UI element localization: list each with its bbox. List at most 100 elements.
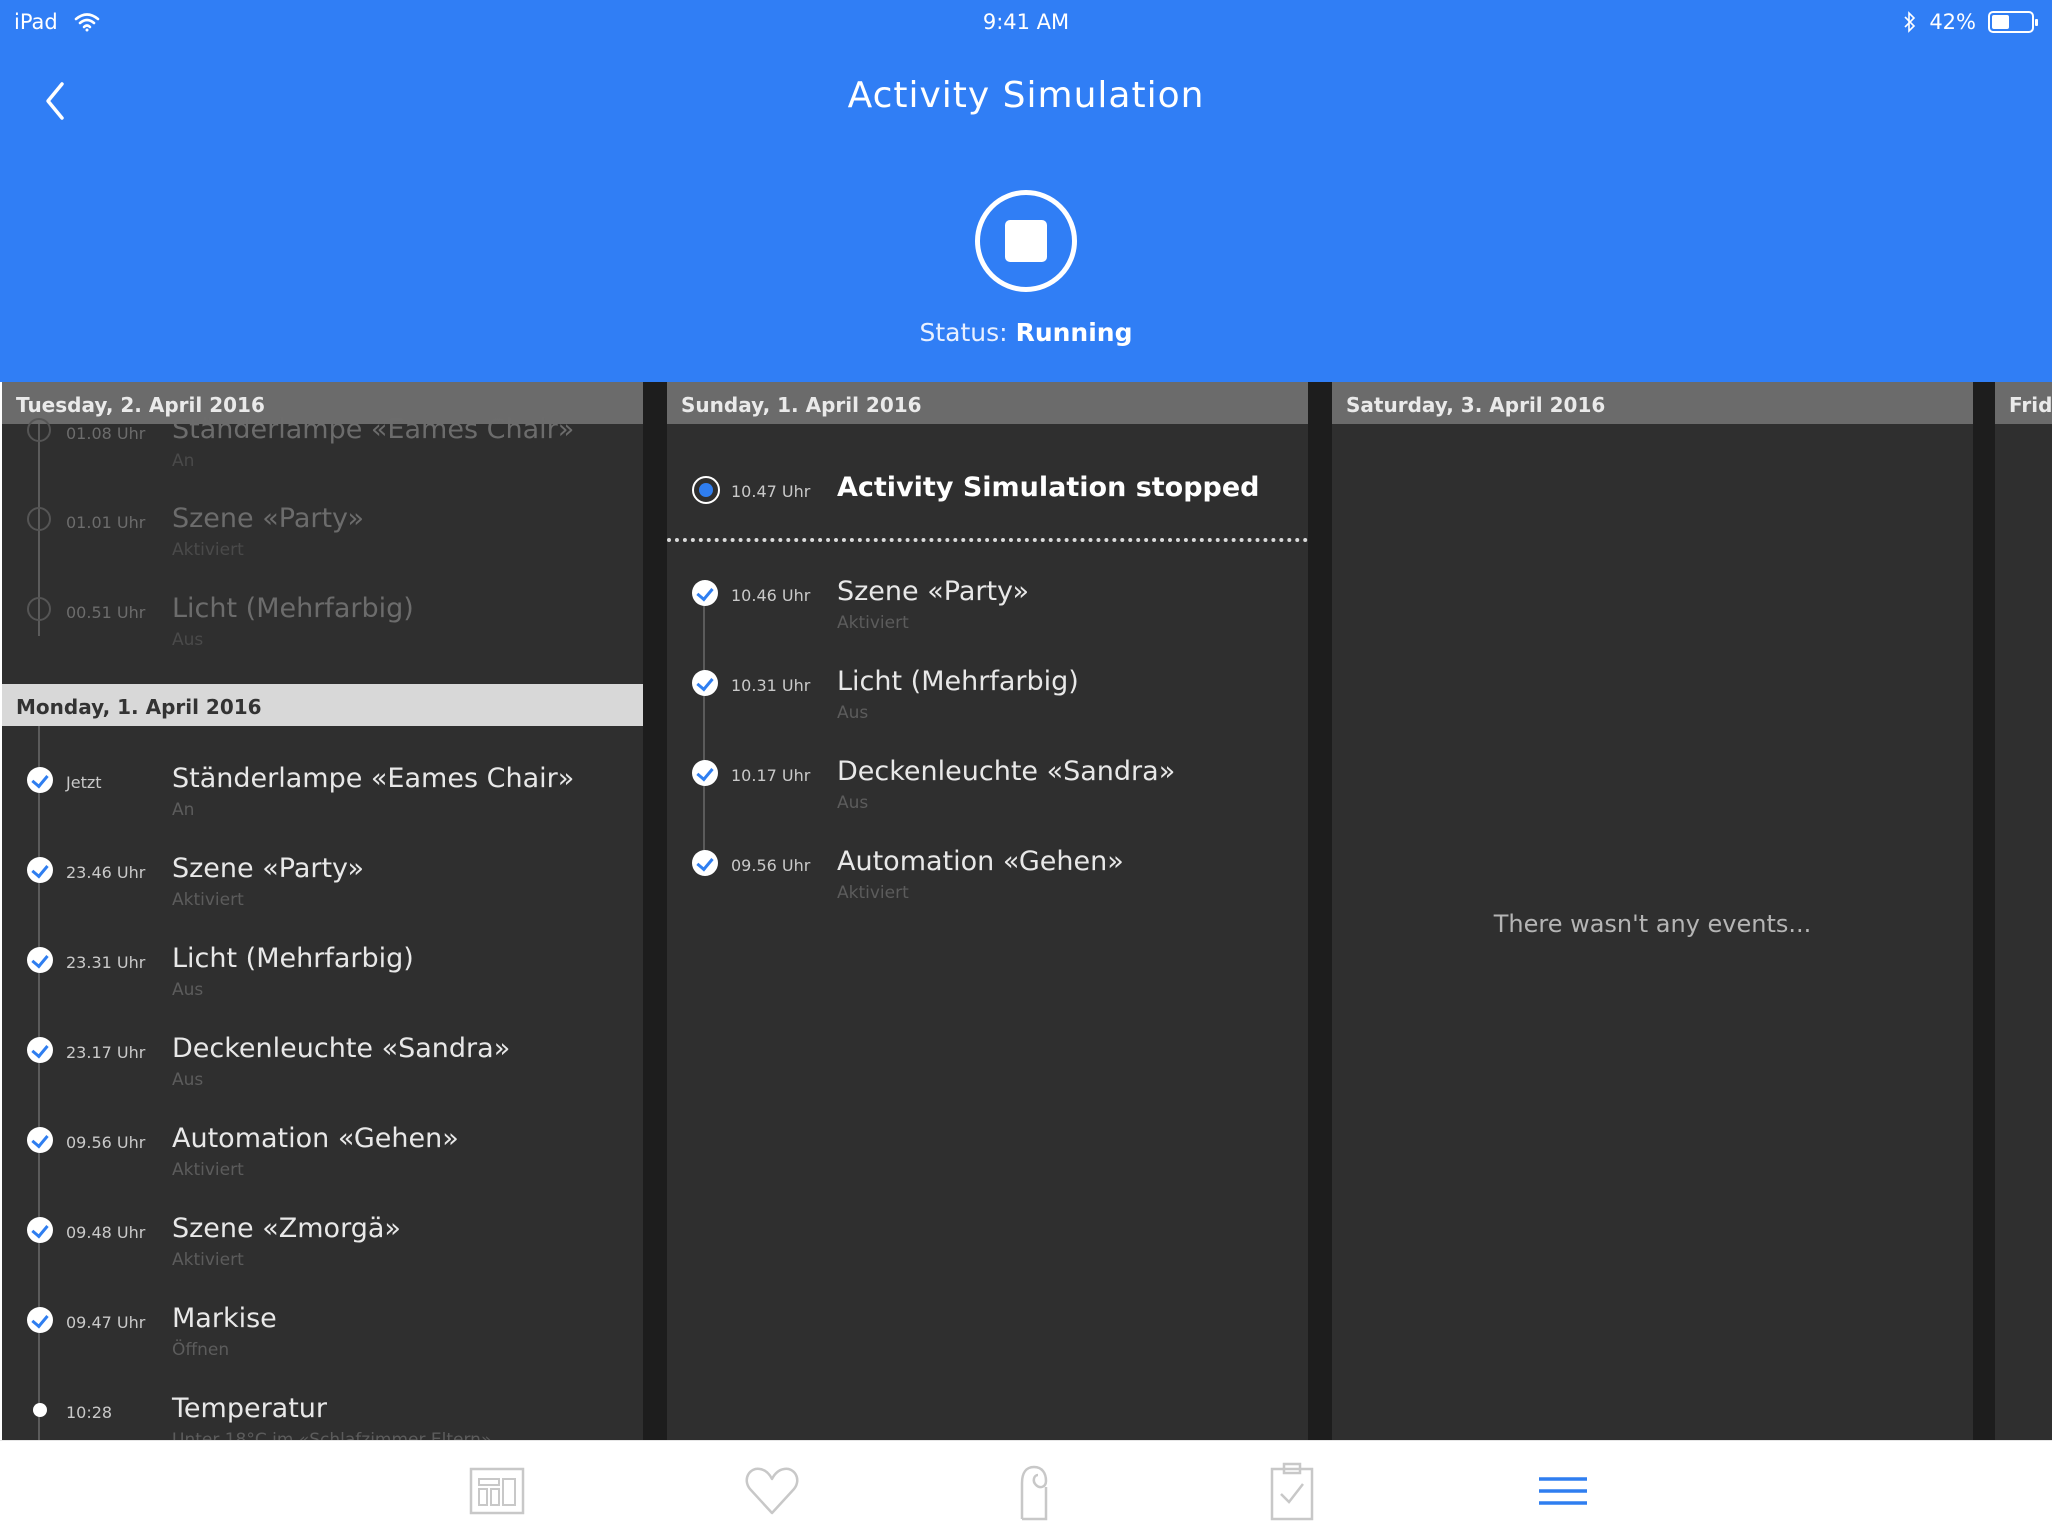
- dot-icon: [33, 1403, 47, 1417]
- event-name: Deckenleuchte «Sandra»: [837, 756, 1176, 787]
- event-time: 23.31 Uhr: [66, 953, 146, 972]
- event-item[interactable]: 10.17 Uhr Deckenleuchte «Sandra» Aus: [667, 754, 1308, 834]
- battery-icon: [1988, 11, 2038, 33]
- day-column[interactable]: Saturday, 3. April 2016 There wasn't any…: [1332, 382, 1973, 1440]
- check-icon: [27, 1037, 53, 1063]
- event-status: Aus: [837, 703, 869, 723]
- event-status: Aktiviert: [172, 540, 244, 560]
- empty-state-message: There wasn't any events...: [1493, 910, 1812, 938]
- pending-circle-icon: [27, 507, 51, 531]
- event-item[interactable]: 09.56 Uhr Automation «Gehen» Aktiviert: [667, 844, 1308, 924]
- heart-icon[interactable]: [742, 1461, 802, 1521]
- event-item[interactable]: 23.17 Uhr Deckenleuchte «Sandra» Aus: [2, 1031, 643, 1111]
- pending-circle-icon: [27, 597, 51, 621]
- event-status: Aus: [172, 1070, 204, 1090]
- clipboard-check-icon[interactable]: [1262, 1461, 1322, 1521]
- clock: 9:41 AM: [982, 10, 1070, 34]
- dotted-divider: [667, 538, 1308, 542]
- check-icon: [27, 857, 53, 883]
- event-item[interactable]: 01.08 Uhr Ständerlampe «Eames Chair» An: [2, 412, 643, 492]
- event-name: Temperatur: [172, 1393, 328, 1424]
- day-column[interactable]: Frid: [1995, 382, 2052, 1440]
- status-bar: iPad 9:41 AM 42%: [0, 0, 2052, 44]
- event-time: 09.47 Uhr: [66, 1313, 146, 1332]
- event-name: Szene «Party»: [172, 853, 365, 884]
- dashboard-icon[interactable]: [467, 1461, 527, 1521]
- simulation-status: Status: Running: [0, 318, 2052, 347]
- day-column[interactable]: Tuesday, 2. April 2016 01.08 Uhr Ständer…: [2, 382, 643, 1440]
- check-icon: [692, 670, 718, 696]
- event-time: 10.46 Uhr: [731, 586, 811, 605]
- event-name: Licht (Mehrfarbig): [172, 593, 414, 624]
- event-time: 09.48 Uhr: [66, 1223, 146, 1242]
- event-status: Aktiviert: [172, 890, 244, 910]
- event-status: Aus: [837, 793, 869, 813]
- event-status: Aus: [172, 630, 204, 650]
- event-name: Licht (Mehrfarbig): [837, 666, 1079, 697]
- check-icon: [692, 760, 718, 786]
- event-status: An: [172, 451, 195, 471]
- event-time: 10.31 Uhr: [731, 676, 811, 695]
- event-name: Ständerlampe «Eames Chair»: [172, 763, 575, 794]
- event-status: An: [172, 800, 195, 820]
- event-time: 01.01 Uhr: [66, 513, 146, 532]
- event-item[interactable]: 23.46 Uhr Szene «Party» Aktiviert: [2, 851, 643, 931]
- event-name: Ständerlampe «Eames Chair»: [172, 414, 575, 445]
- column-heading: Sunday, 1. April 2016: [667, 382, 1308, 424]
- event-time: 23.17 Uhr: [66, 1043, 146, 1062]
- event-name: Activity Simulation stopped: [837, 472, 1260, 503]
- event-status: Öffnen: [172, 1340, 230, 1360]
- event-time: 09.56 Uhr: [731, 856, 811, 875]
- event-item[interactable]: 10:28 Temperatur Unter 18°C im «Schlafzi…: [2, 1391, 643, 1440]
- event-time: 10:28: [66, 1403, 113, 1422]
- stop-button[interactable]: [975, 190, 1077, 292]
- header: iPad 9:41 AM 42% Activity Simulation Sta…: [0, 0, 2052, 382]
- event-time: Jetzt: [66, 773, 102, 792]
- event-name: Szene «Zmorgä»: [172, 1213, 401, 1244]
- door-hanger-icon[interactable]: [1004, 1461, 1064, 1521]
- event-time: 00.51 Uhr: [66, 603, 146, 622]
- event-name: Szene «Party»: [172, 503, 365, 534]
- event-item[interactable]: 10.46 Uhr Szene «Party» Aktiviert: [667, 574, 1308, 654]
- bluetooth-icon: [1904, 11, 1916, 33]
- check-icon: [27, 767, 53, 793]
- day-column[interactable]: Sunday, 1. April 2016 10.47 Uhr Activity…: [667, 382, 1308, 1440]
- event-name: Szene «Party»: [837, 576, 1030, 607]
- event-item[interactable]: 09.48 Uhr Szene «Zmorgä» Aktiviert: [2, 1211, 643, 1291]
- event-time: 01.08 Uhr: [66, 424, 146, 443]
- pending-circle-icon: [27, 418, 51, 442]
- status-value: Running: [1015, 318, 1133, 347]
- column-heading: Saturday, 3. April 2016: [1332, 382, 1973, 424]
- timeline-board[interactable]: Tuesday, 2. April 2016 01.08 Uhr Ständer…: [2, 382, 2052, 1440]
- event-time: 10.47 Uhr: [731, 482, 811, 501]
- battery-percent: 42%: [1929, 10, 1976, 34]
- event-time: 10.17 Uhr: [731, 766, 811, 785]
- column-heading: Frid: [1995, 382, 2052, 424]
- event-item[interactable]: 09.56 Uhr Automation «Gehen» Aktiviert: [2, 1121, 643, 1201]
- event-item[interactable]: 10.31 Uhr Licht (Mehrfarbig) Aus: [667, 664, 1308, 744]
- day-section-heading: Monday, 1. April 2016: [2, 684, 643, 726]
- event-status: Aktiviert: [172, 1160, 244, 1180]
- event-item[interactable]: 09.47 Uhr Markise Öffnen: [2, 1301, 643, 1381]
- check-icon: [27, 947, 53, 973]
- event-time: 09.56 Uhr: [66, 1133, 146, 1152]
- check-icon: [27, 1217, 53, 1243]
- event-name: Deckenleuchte «Sandra»: [172, 1033, 511, 1064]
- check-icon: [692, 580, 718, 606]
- event-status: Unter 18°C im «Schlafzimmer Eltern»: [172, 1430, 492, 1440]
- event-name: Licht (Mehrfarbig): [172, 943, 414, 974]
- event-name: Markise: [172, 1303, 277, 1334]
- check-icon: [692, 850, 718, 876]
- menu-icon[interactable]: [1533, 1461, 1593, 1521]
- event-time: 23.46 Uhr: [66, 863, 146, 882]
- check-icon: [27, 1307, 53, 1333]
- event-item[interactable]: 23.31 Uhr Licht (Mehrfarbig) Aus: [2, 941, 643, 1021]
- event-name: Automation «Gehen»: [172, 1123, 459, 1154]
- event-item[interactable]: 00.51 Uhr Licht (Mehrfarbig) Aus: [2, 591, 643, 671]
- event-item[interactable]: 01.01 Uhr Szene «Party» Aktiviert: [2, 501, 643, 581]
- event-item[interactable]: Jetzt Ständerlampe «Eames Chair» An: [2, 761, 643, 841]
- event-status: Aus: [172, 980, 204, 1000]
- stop-icon: [1005, 220, 1047, 262]
- page-title: Activity Simulation: [847, 75, 1205, 116]
- event-status: Aktiviert: [837, 883, 909, 903]
